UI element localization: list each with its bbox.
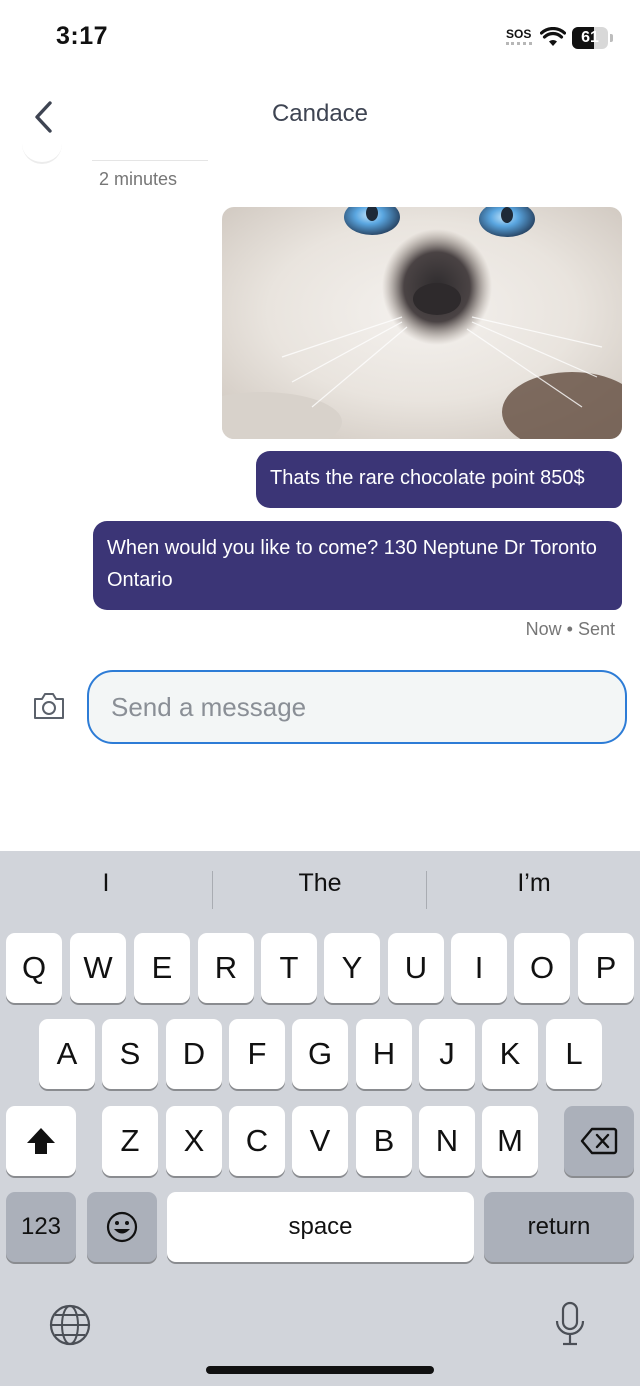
emoji-key[interactable]: [87, 1192, 157, 1262]
suggestion-3[interactable]: I’m: [428, 869, 640, 898]
message-input[interactable]: [87, 670, 627, 744]
battery-icon: 61: [572, 27, 614, 49]
backspace-icon: [580, 1127, 618, 1155]
message-bubble-price[interactable]: Thats the rare chocolate point 850$: [256, 451, 622, 508]
key-z[interactable]: Z: [102, 1106, 158, 1176]
key-w[interactable]: W: [70, 933, 126, 1003]
key-m[interactable]: M: [482, 1106, 538, 1176]
home-indicator[interactable]: [206, 1366, 434, 1374]
key-j[interactable]: J: [419, 1019, 475, 1089]
camera-icon: [34, 693, 64, 719]
key-c[interactable]: C: [229, 1106, 285, 1176]
key-u[interactable]: U: [388, 933, 444, 1003]
sos-label: SOS: [506, 27, 532, 41]
signal-dots: [506, 42, 532, 48]
globe-button[interactable]: [48, 1303, 92, 1347]
key-b[interactable]: B: [356, 1106, 412, 1176]
key-l[interactable]: L: [546, 1019, 602, 1089]
previous-message-edge: [92, 160, 208, 161]
key-f[interactable]: F: [229, 1019, 285, 1089]
kitten-photo: [222, 207, 622, 439]
sos-indicator: SOS: [506, 28, 532, 48]
key-r[interactable]: R: [198, 933, 254, 1003]
message-bubble-address[interactable]: When would you like to come? 130 Neptune…: [93, 521, 622, 610]
key-k[interactable]: K: [482, 1019, 538, 1089]
delete-key[interactable]: [564, 1106, 634, 1176]
suggestion-2[interactable]: The: [214, 869, 426, 898]
suggestion-divider: [212, 871, 213, 909]
key-q[interactable]: Q: [6, 933, 62, 1003]
status-time: 3:17: [56, 22, 109, 50]
delivery-status: Now • Sent: [525, 619, 615, 639]
battery-body: 61: [572, 27, 608, 49]
key-g[interactable]: G: [292, 1019, 348, 1089]
kitten-photo-message[interactable]: [222, 207, 622, 439]
key-d[interactable]: D: [166, 1019, 222, 1089]
key-v[interactable]: V: [292, 1106, 348, 1176]
key-o[interactable]: O: [514, 933, 570, 1003]
previous-message-timestamp: 2 minutes: [99, 169, 178, 189]
microphone-button[interactable]: [554, 1301, 586, 1347]
key-x[interactable]: X: [166, 1106, 222, 1176]
wifi-icon: [540, 27, 566, 46]
shift-key[interactable]: [6, 1106, 76, 1176]
key-s[interactable]: S: [102, 1019, 158, 1089]
key-e[interactable]: E: [134, 933, 190, 1003]
keyboard: I The I’m Q W E R T Y U I O P A S D F G …: [0, 851, 640, 1386]
globe-icon: [49, 1304, 91, 1346]
key-y[interactable]: Y: [324, 933, 380, 1003]
key-n[interactable]: N: [419, 1106, 475, 1176]
microphone-icon: [555, 1301, 585, 1346]
avatar: [22, 140, 62, 164]
battery-level: 61: [581, 29, 599, 46]
suggestion-1[interactable]: I: [0, 869, 212, 898]
chat-title: Candace: [271, 100, 369, 127]
suggestion-bar: I The I’m: [0, 851, 640, 929]
space-key[interactable]: space: [167, 1192, 474, 1262]
camera-button[interactable]: [32, 690, 66, 722]
suggestion-divider: [426, 871, 427, 909]
key-i[interactable]: I: [451, 933, 507, 1003]
key-a[interactable]: A: [39, 1019, 95, 1089]
return-key[interactable]: return: [484, 1192, 634, 1262]
chat-header: Candace: [0, 80, 640, 152]
shift-icon: [27, 1128, 55, 1154]
status-bar: 3:17 SOS 61: [0, 0, 640, 76]
key-t[interactable]: T: [261, 933, 317, 1003]
key-p[interactable]: P: [578, 933, 634, 1003]
numbers-key[interactable]: 123: [6, 1192, 76, 1262]
battery-tip: [610, 34, 613, 42]
emoji-icon: [106, 1211, 138, 1243]
key-h[interactable]: H: [356, 1019, 412, 1089]
